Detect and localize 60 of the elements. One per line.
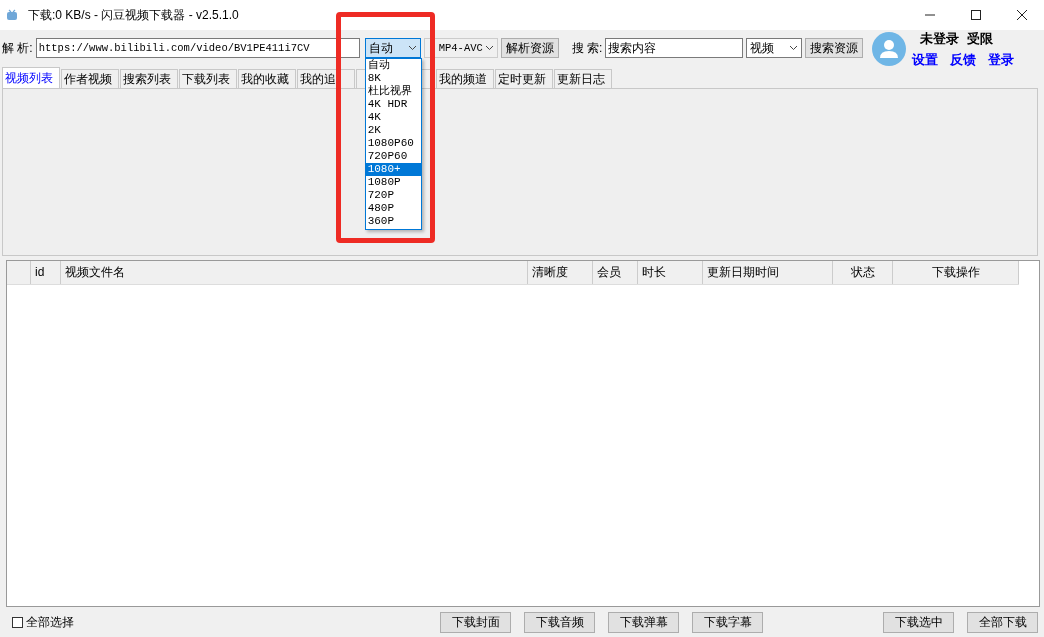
dropdown-option[interactable]: 360P <box>365 215 421 228</box>
dropdown-option[interactable]: 杜比视界 <box>365 85 421 98</box>
download-button[interactable]: 下载选中 <box>883 611 954 633</box>
url-field[interactable]: https://www.bilibili.com/video/BV1PE411i7CV <box>35 38 360 58</box>
user-link[interactable]: 反馈 <box>950 50 976 69</box>
user-link[interactable]: 登录 <box>988 50 1014 69</box>
maximize-icon[interactable] <box>970 9 982 21</box>
close-icon[interactable] <box>1016 9 1028 21</box>
tab[interactable]: 作者视频 <box>61 69 119 88</box>
login-status: 未登录 <box>920 29 959 48</box>
download-button[interactable]: 全部下载 <box>967 611 1038 633</box>
dropdown-option[interactable]: 720P60 <box>365 150 421 163</box>
column-header[interactable]: 清晰度 <box>528 261 594 284</box>
download-button[interactable]: 下载封面 <box>440 611 511 633</box>
tab[interactable]: 我的追 <box>297 69 355 88</box>
column-header[interactable]: 会员 <box>593 261 639 284</box>
dropdown-option[interactable]: 1080+ <box>365 163 421 176</box>
column-header[interactable]: 视频文件名 <box>60 261 529 284</box>
window-title: 下载:0 KB/s - 闪豆视频下载器 - v2.5.1.0 <box>28 6 239 24</box>
download-button[interactable]: 下载字幕 <box>692 611 763 633</box>
tab[interactable]: 搜索列表 <box>120 69 178 88</box>
dropdown-option[interactable]: 自动 <box>365 59 421 72</box>
search-type-dropdown[interactable]: 视频 <box>746 38 803 58</box>
tab[interactable]: 更新日志 <box>554 69 612 88</box>
limit-status: 受限 <box>967 29 993 48</box>
column-header[interactable]: 下载操作 <box>893 261 1019 284</box>
parse-button[interactable]: 解析资源 <box>500 38 559 58</box>
checkbox[interactable] <box>12 616 23 628</box>
user-link[interactable]: 设置 <box>912 50 938 69</box>
search-button[interactable]: 搜索资源 <box>805 38 864 58</box>
dropdown-option[interactable]: 1080P60 <box>365 137 421 150</box>
quality-dropdown[interactable]: 自动 <box>364 38 421 58</box>
download-button[interactable]: 下载音频 <box>524 611 595 633</box>
dropdown-option[interactable]: 1080P <box>365 176 421 189</box>
column-header[interactable]: 更新日期时间 <box>703 261 834 284</box>
dropdown-option[interactable]: 4K <box>365 111 421 124</box>
parse-label: 解 析: <box>2 39 33 57</box>
search-field[interactable]: 搜索内容 <box>605 38 744 58</box>
chevron-icon <box>789 45 799 51</box>
tab[interactable]: 定时更新 <box>495 69 553 88</box>
search-label: 搜 索: <box>571 39 603 57</box>
dropdown-option[interactable]: 480P <box>365 202 421 215</box>
tab[interactable]: 下载列表 <box>179 69 237 88</box>
dropdown-option[interactable]: 720P <box>365 189 421 202</box>
dropdown-option[interactable]: 4K HDR <box>365 98 421 111</box>
dropdown-option[interactable]: 8K <box>365 72 421 85</box>
app-icon <box>6 9 18 21</box>
download-button[interactable]: 下载弹幕 <box>608 611 679 633</box>
codec-dropdown[interactable]: MP4-AVC <box>423 38 498 58</box>
chevron-icon <box>484 45 494 51</box>
tab[interactable]: 我的频道 <box>436 69 494 88</box>
column-header[interactable]: id <box>31 261 61 284</box>
tab[interactable]: 我的收藏 <box>238 69 296 88</box>
column-header[interactable]: 时长 <box>638 261 704 284</box>
chevron-icon <box>407 45 417 51</box>
avatar-icon <box>872 32 906 66</box>
tab[interactable]: 视频列表 <box>2 67 60 88</box>
select-all-label: 全部选择 <box>26 613 74 631</box>
column-header[interactable]: 状态 <box>833 261 894 284</box>
dropdown-option[interactable]: 2K <box>365 124 421 137</box>
